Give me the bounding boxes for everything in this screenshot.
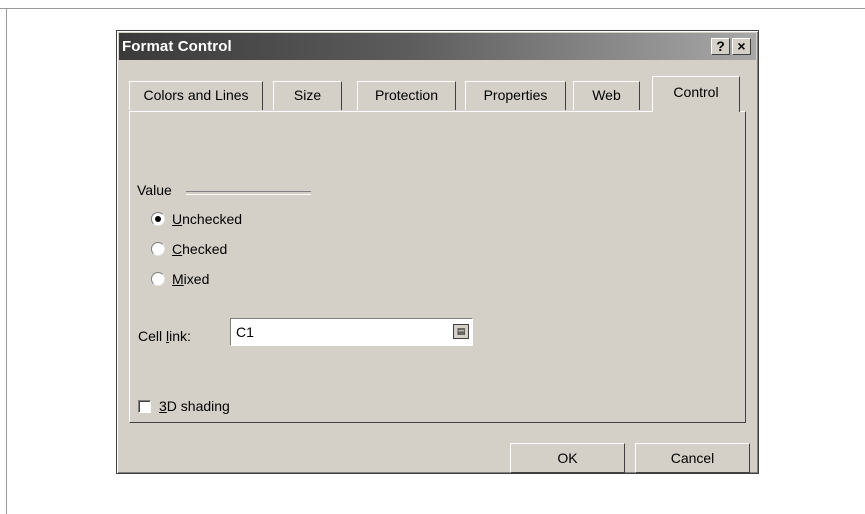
page-frame-left bbox=[6, 8, 7, 514]
cell-link-input[interactable]: C1 ▤ bbox=[230, 318, 473, 346]
radio-selected-icon bbox=[151, 212, 165, 226]
tab-colors-and-lines[interactable]: Colors and Lines bbox=[129, 81, 263, 110]
value-group-divider bbox=[186, 191, 311, 195]
radio-mixed-label: Mixed bbox=[172, 271, 210, 287]
tab-properties[interactable]: Properties bbox=[465, 81, 566, 110]
page-frame-top bbox=[0, 8, 865, 9]
radio-empty-icon bbox=[151, 272, 165, 286]
radio-checked-label: Checked bbox=[172, 241, 228, 257]
help-button[interactable]: ? bbox=[711, 38, 730, 55]
value-group-label: Value bbox=[137, 182, 172, 198]
ok-button[interactable]: OK bbox=[510, 443, 625, 473]
radio-unchecked[interactable]: Unchecked bbox=[151, 210, 242, 228]
radio-checked[interactable]: Checked bbox=[151, 240, 227, 258]
tab-control[interactable]: Control bbox=[652, 76, 740, 112]
radio-empty-icon bbox=[151, 242, 165, 256]
cell-link-label: Cell link: bbox=[138, 328, 191, 344]
format-control-dialog: Format Control ? × Colors and Lines Size… bbox=[116, 30, 759, 474]
title-bar[interactable]: Format Control ? × bbox=[119, 33, 756, 60]
cell-link-value: C1 bbox=[236, 324, 254, 340]
3d-shading-label: 3D shading bbox=[159, 398, 230, 414]
control-tab-panel: Value Unchecked Checked Mixed Cell link:… bbox=[129, 111, 746, 423]
3d-shading-checkbox[interactable]: 3D shading bbox=[138, 398, 230, 414]
tab-web[interactable]: Web bbox=[573, 81, 640, 110]
tab-size[interactable]: Size bbox=[273, 81, 342, 110]
tab-protection[interactable]: Protection bbox=[357, 81, 456, 110]
dialog-title: Format Control bbox=[122, 38, 232, 55]
cancel-button[interactable]: Cancel bbox=[635, 443, 750, 473]
radio-unchecked-label: Unchecked bbox=[172, 211, 243, 227]
close-button[interactable]: × bbox=[732, 38, 751, 55]
radio-mixed[interactable]: Mixed bbox=[151, 270, 209, 288]
collapse-dialog-icon[interactable]: ▤ bbox=[453, 324, 469, 339]
checkbox-box-icon bbox=[138, 399, 151, 413]
